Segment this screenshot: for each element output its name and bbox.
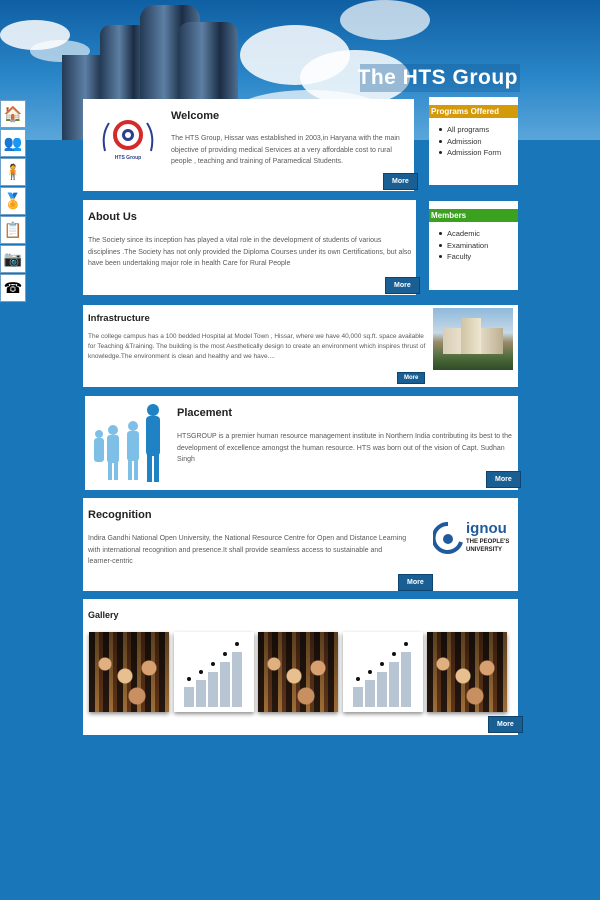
people-icon[interactable]: 👥: [0, 129, 26, 157]
recognition-more-button[interactable]: More: [398, 574, 433, 591]
award-icon[interactable]: 🏅: [0, 187, 26, 215]
about-more-button[interactable]: More: [385, 277, 420, 294]
recognition-text: Indira Gandhi National Open University, …: [88, 535, 407, 565]
gallery-more-button[interactable]: More: [488, 716, 523, 733]
infrastructure-text: The college campus has a 100 bedded Hosp…: [88, 333, 426, 360]
about-heading: About Us: [88, 211, 137, 223]
gallery-heading: Gallery: [88, 610, 119, 620]
camera-icon[interactable]: 📷: [0, 245, 26, 273]
members-link[interactable]: Examination: [439, 240, 518, 252]
programs-link[interactable]: All programs: [439, 124, 518, 136]
logo-text: HTS Group: [114, 155, 142, 161]
programs-box: Programs Offered All programs Admission Ad…: [429, 97, 518, 185]
phone-icon[interactable]: ☎: [0, 274, 26, 302]
gallery-image-graduates-3[interactable]: [427, 632, 507, 712]
recognition-heading: Recognition: [88, 509, 152, 521]
about-panel: About Us The Society since its inception…: [83, 200, 420, 295]
placement-panel: Placement HTSGROUP is a premier human re…: [85, 396, 521, 490]
infrastructure-heading: Infrastructure: [88, 313, 150, 324]
welcome-panel: HTS Group Welcome The HTS Group, Hissar …: [83, 99, 418, 191]
about-text: The Society since its inception has play…: [88, 237, 412, 267]
ignou-logo-text: ignou: [466, 520, 507, 537]
site-title: The HTS Group: [357, 66, 518, 89]
placement-more-button[interactable]: More: [486, 471, 521, 488]
infrastructure-panel: Infrastructure The college campus has a …: [83, 305, 518, 387]
people-silhouette-image: [91, 400, 171, 482]
members-box: Members Academic Examination Faculty: [429, 201, 518, 290]
members-list: Academic Examination Faculty: [429, 222, 518, 263]
gallery-image-steps-1[interactable]: [174, 632, 254, 712]
welcome-heading: Welcome: [171, 110, 220, 122]
placement-heading: Placement: [177, 407, 233, 419]
ignou-tagline-1: THE PEOPLE'S: [466, 539, 510, 545]
ignou-logo: ignou THE PEOPLE'S UNIVERSITY: [433, 520, 513, 560]
programs-link[interactable]: Admission Form: [439, 147, 518, 159]
programs-heading: Programs Offered: [429, 105, 518, 118]
members-link[interactable]: Faculty: [439, 251, 518, 263]
members-link[interactable]: Academic: [439, 228, 518, 240]
left-icon-nav: 🏠 👥 🧍 🏅 📋 📷 ☎: [0, 100, 26, 303]
person-icon[interactable]: 🧍: [0, 158, 26, 186]
hts-logo: HTS Group: [99, 111, 157, 166]
gallery-image-graduates-2[interactable]: [258, 632, 338, 712]
welcome-text: The HTS Group, Hissar was established in…: [171, 135, 400, 165]
programs-list: All programs Admission Admission Form: [429, 118, 518, 159]
recognition-panel: Recognition Indira Gandhi National Open …: [83, 498, 518, 591]
programs-link[interactable]: Admission: [439, 136, 518, 148]
ignou-tagline-2: UNIVERSITY: [466, 547, 503, 553]
gallery-image-graduates-1[interactable]: [89, 632, 169, 712]
welcome-more-button[interactable]: More: [383, 173, 418, 190]
home-icon[interactable]: 🏠: [0, 100, 26, 128]
clipboard-icon[interactable]: 📋: [0, 216, 26, 244]
infrastructure-more-button[interactable]: More: [397, 372, 426, 384]
campus-building-image: [433, 308, 513, 370]
gallery-image-steps-2[interactable]: [343, 632, 423, 712]
placement-text: HTSGROUP is a premier human resource man…: [177, 433, 512, 463]
members-heading: Members: [429, 209, 518, 222]
